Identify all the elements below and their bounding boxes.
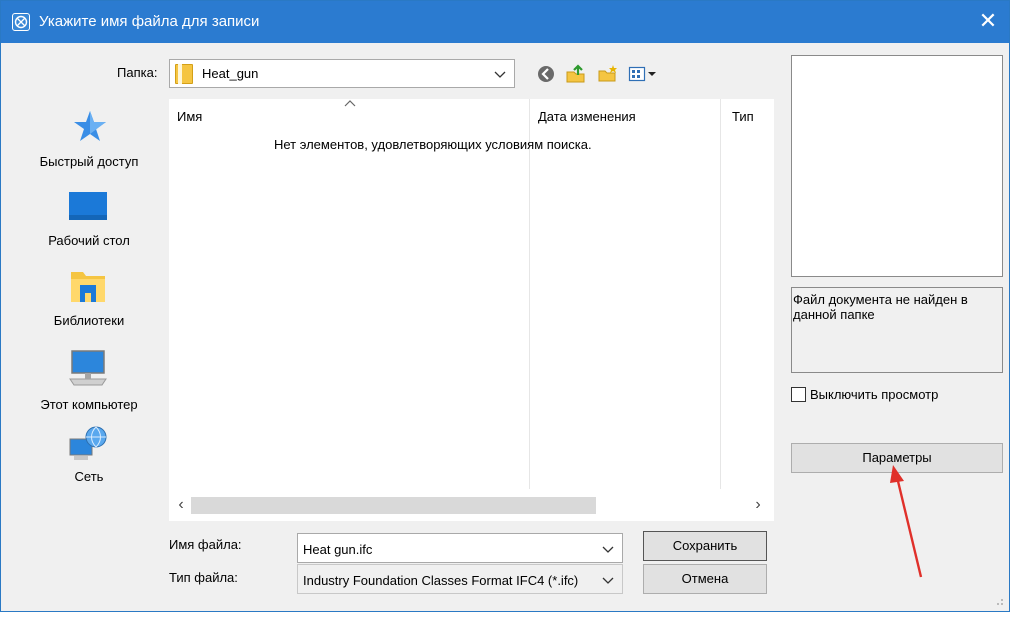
filename-label: Имя файла: bbox=[169, 537, 242, 552]
preview-status-text: Файл документа не найден в данной папке bbox=[791, 287, 1003, 373]
desktop-icon bbox=[69, 192, 107, 220]
cancel-button[interactable]: Отмена bbox=[643, 564, 767, 594]
column-header-name[interactable]: Имя bbox=[177, 109, 202, 124]
sidebar-item-libraries[interactable]: Библиотеки bbox=[16, 263, 162, 343]
filetype-select[interactable]: Industry Foundation Classes Format IFC4 … bbox=[297, 564, 623, 594]
chevron-down-icon bbox=[494, 71, 506, 78]
title-bar: Укажите имя файла для записи ✕ bbox=[1, 1, 1009, 43]
disable-preview-label[interactable]: Выключить просмотр bbox=[810, 387, 938, 402]
view-menu-icon[interactable] bbox=[628, 64, 668, 84]
sidebar-item-label: Сеть bbox=[74, 469, 104, 484]
sidebar-item-label: Библиотеки bbox=[53, 313, 125, 328]
sidebar-item-desktop[interactable]: Рабочий стол bbox=[16, 183, 162, 261]
chevron-down-icon bbox=[602, 577, 614, 584]
libraries-icon bbox=[71, 272, 105, 302]
sidebar-item-label: Рабочий стол bbox=[48, 233, 130, 248]
sidebar-item-network[interactable]: Сеть bbox=[16, 425, 162, 503]
disable-preview-checkbox[interactable] bbox=[791, 387, 806, 402]
scroll-left-icon[interactable]: ‹ bbox=[173, 495, 189, 515]
column-header-type[interactable]: Тип bbox=[732, 109, 754, 124]
window-title: Укажите имя файла для записи bbox=[39, 13, 260, 30]
filename-input[interactable]: Heat gun.ifc bbox=[297, 533, 623, 563]
computer-icon bbox=[69, 350, 107, 386]
close-button[interactable]: ✕ bbox=[975, 9, 1001, 35]
annotation-arrow bbox=[890, 465, 923, 578]
folder-dropdown[interactable]: Heat_gun bbox=[169, 59, 515, 88]
star-icon bbox=[74, 111, 106, 141]
filetype-value: Industry Foundation Classes Format IFC4 … bbox=[303, 573, 579, 588]
app-icon bbox=[12, 13, 30, 31]
sidebar-item-this-pc[interactable]: Этот компьютер bbox=[16, 345, 162, 425]
filename-value: Heat gun.ifc bbox=[303, 542, 373, 557]
close-icon: ✕ bbox=[978, 8, 998, 33]
scrollbar-thumb[interactable] bbox=[191, 497, 596, 514]
empty-list-message: Нет элементов, удовлетворяющих условиям … bbox=[274, 137, 592, 152]
sidebar-item-label: Этот компьютер bbox=[40, 397, 138, 412]
column-divider[interactable] bbox=[529, 99, 530, 489]
sidebar-item-quick-access[interactable]: Быстрый доступ bbox=[16, 99, 162, 179]
up-folder-icon[interactable] bbox=[565, 64, 587, 84]
back-icon[interactable] bbox=[535, 64, 557, 84]
column-header-date[interactable]: Дата изменения bbox=[538, 109, 636, 124]
sidebar-item-label: Быстрый доступ bbox=[39, 154, 139, 169]
preview-pane bbox=[791, 55, 1003, 277]
places-sidebar: Быстрый доступ Рабочий стол Библиотеки Э… bbox=[16, 99, 162, 503]
scroll-right-icon[interactable]: › bbox=[750, 495, 766, 515]
chevron-down-icon[interactable] bbox=[602, 543, 614, 555]
sort-ascending-icon bbox=[344, 100, 356, 107]
folder-label: Папка: bbox=[117, 65, 158, 80]
file-list[interactable]: Имя Дата изменения Тип Нет элементов, уд… bbox=[169, 99, 774, 521]
filetype-label: Тип файла: bbox=[169, 570, 238, 585]
new-folder-icon[interactable] bbox=[597, 64, 619, 84]
network-icon bbox=[69, 426, 107, 460]
resize-grip-icon[interactable] bbox=[994, 596, 1004, 606]
screen-bottom-strip bbox=[0, 612, 1010, 618]
column-divider[interactable] bbox=[720, 99, 721, 489]
save-file-dialog: Укажите имя файла для записи ✕ Папка: He… bbox=[0, 0, 1010, 612]
folder-icon bbox=[175, 64, 193, 84]
horizontal-scrollbar[interactable]: ‹ › bbox=[169, 491, 774, 521]
save-button[interactable]: Сохранить bbox=[643, 531, 767, 561]
folder-value: Heat_gun bbox=[202, 66, 259, 81]
